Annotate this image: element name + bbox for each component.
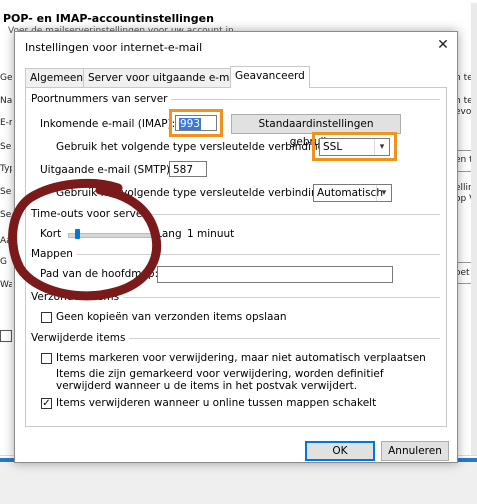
tab-advanced[interactable]: Geavanceerd [230, 66, 310, 88]
annotation-circle [8, 178, 162, 301]
